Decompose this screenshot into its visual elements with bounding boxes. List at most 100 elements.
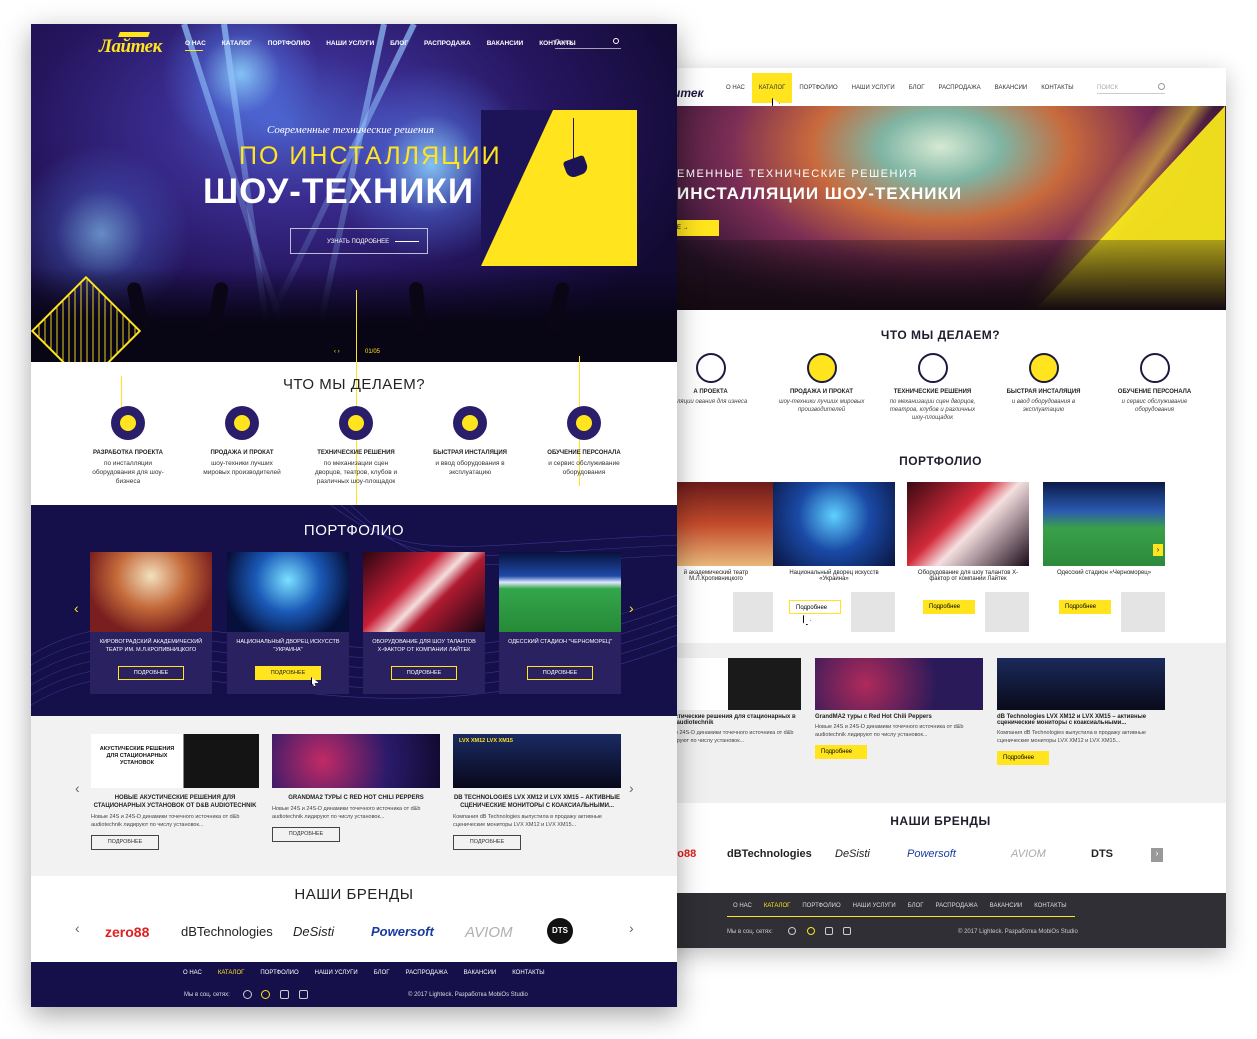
details-button[interactable]: Подробнее	[997, 751, 1049, 765]
menu-item-catalog[interactable]: КАТАЛОГ	[214, 40, 260, 47]
brands-heading: НАШИ БРЕНДЫ	[890, 814, 991, 828]
header-nav: Лайтек О НАС КАТАЛОГ ПОРТФОЛИО НАШИ УСЛУ…	[31, 24, 677, 66]
brand-logo[interactable]: DeSisti	[835, 848, 870, 860]
social-label: Мы в соц. сетях:	[184, 992, 230, 998]
portfolio-card[interactable]: Национальный дворец искусств «Украина» П…	[773, 482, 895, 642]
footer-menu: О НАС КАТАЛОГ ПОРТФОЛИО НАШИ УСЛУГИ БЛОГ…	[183, 970, 545, 976]
brand-logo[interactable]: zero88	[105, 924, 149, 940]
desktop-mockup-light: итек О НАС КАТАЛОГ ПОРТФОЛИО НАШИ УСЛУГИ…	[655, 68, 1226, 948]
youtube-icon[interactable]	[280, 990, 289, 999]
social-label: Мы в соц. сетях:	[727, 929, 773, 935]
portfolio-card[interactable]: КИРОВОГРАДСКИЙ АКАДЕМИЧЕСКИЙ ТЕАТР ИМ. М…	[90, 552, 212, 694]
menu-item-blog[interactable]: БЛОГ	[382, 40, 416, 47]
services-list: А ПРОЕКТА аляции ования для изнеса ПРОДАЖ…	[655, 353, 1226, 422]
chevron-right-icon[interactable]: ›	[629, 920, 634, 936]
brand-logo[interactable]: DeSisti	[293, 924, 334, 939]
instagram-icon[interactable]	[843, 927, 851, 935]
news-card[interactable]: dB Technologies LVX XM12 и LVX XM15 – ак…	[997, 658, 1165, 765]
header-nav: итек О НАС КАТАЛОГ ПОРТФОЛИО НАШИ УСЛУГИ…	[655, 68, 1226, 106]
brands-strip: zero88 dBTechnologies DeSisti Powersoft …	[31, 884, 677, 962]
details-button[interactable]: ПОДРОБНЕЕ	[391, 666, 457, 680]
slider-arrows[interactable]: ‹ ›	[334, 349, 340, 355]
vk-icon[interactable]	[243, 990, 252, 999]
menu-item-sale[interactable]: РАСПРОДАЖА	[932, 82, 988, 94]
showcase-canvas: итек О НАС КАТАЛОГ ПОРТФОЛИО НАШИ УСЛУГИ…	[0, 0, 1257, 1039]
search-icon[interactable]	[1158, 83, 1165, 90]
chevron-left-icon[interactable]: ‹	[75, 780, 80, 796]
brand-logo[interactable]: Powersoft	[907, 848, 956, 860]
instagram-icon[interactable]	[299, 990, 308, 999]
menu-item-vacancies[interactable]: ВАКАНСИИ	[479, 40, 531, 47]
portfolio-card[interactable]: ОДЕССКИЙ СТАДИОН "ЧЕРНОМОРЕЦ" ПОДРОБНЕЕ	[499, 552, 621, 694]
footer: О НАС КАТАЛОГ ПОРТФОЛИО НАШИ УСЛУГИ БЛОГ…	[31, 962, 677, 1007]
chevron-left-icon[interactable]: ‹	[75, 920, 80, 936]
services-heading: ЧТО МЫ ДЕЛАЕМ?	[282, 376, 426, 393]
chevron-right-icon[interactable]: ›	[629, 600, 634, 616]
brand-logo[interactable]: AVIOM	[1011, 848, 1046, 860]
slide-counter: 01/05	[365, 349, 381, 355]
portfolio-card[interactable]: ОБОРУДОВАНИЕ ДЛЯ ШОУ ТАЛАНТОВ Х-ФАКТОР О…	[363, 552, 485, 694]
menu-item-about[interactable]: О НАС	[177, 40, 214, 47]
brand-logo[interactable]: DTS	[1091, 848, 1113, 860]
details-button[interactable]: ПОДРОБНЕЕ	[91, 835, 159, 850]
hero-cta-button[interactable]: УЗНАТЬ ПОДРОБНЕЕ	[290, 228, 428, 254]
desktop-mockup-dark: Современные технические решения ПО ИНСТА…	[31, 24, 677, 1007]
menu-item-contacts[interactable]: КОНТАКТЫ	[1034, 82, 1080, 94]
menu-item-portfolio[interactable]: ПОРТФОЛИО	[792, 82, 844, 94]
search-input[interactable]: Поиск	[555, 36, 621, 49]
youtube-icon[interactable]	[825, 927, 833, 935]
service-item: ОБУЧЕНИЕ ПЕРСОНАЛА и сервис обслуживание …	[527, 406, 641, 486]
portfolio-carousel: й академический театр М.Л.Кропивницкого …	[655, 482, 1226, 642]
service-item: БЫСТРАЯ ИНСТАЛЯЦИЯ и ввод оборудования в …	[413, 406, 527, 486]
chevron-right-icon[interactable]: ›	[1153, 544, 1163, 556]
details-button[interactable]: ПОДРОБНЕЕ	[272, 827, 340, 842]
pencil-icon	[695, 353, 726, 383]
chevron-right-icon[interactable]: ›	[1151, 848, 1163, 862]
vk-icon[interactable]	[788, 927, 796, 935]
menu-item-portfolio[interactable]: ПОРТФОЛИО	[260, 40, 318, 47]
hero-banner: Современные технические решения ПО ИНСТА…	[31, 24, 677, 362]
details-button[interactable]: ПОДРОБНЕЕ	[453, 835, 521, 850]
menu-item-services[interactable]: НАШИ УСЛУГИ	[318, 40, 382, 47]
portfolio-card[interactable]: Одесский стадион «Черноморец» Подробнее	[1043, 482, 1165, 642]
menu-item-services[interactable]: НАШИ УСЛУГИ	[845, 82, 902, 94]
portfolio-heading: ПОРТФОЛИО	[899, 454, 982, 468]
brand-logo[interactable]: Powersoft	[371, 924, 434, 939]
details-button[interactable]: ПОДРОБНЕЕ	[118, 666, 184, 680]
portfolio-card[interactable]: НАЦИОНАЛЬНЫЙ ДВОРЕЦ ИСКУССТВ "УКРАИНА" П…	[227, 552, 349, 694]
brand-logo[interactable]: dBTechnologies	[181, 924, 273, 939]
menu-item-vacancies[interactable]: ВАКАНСИИ	[988, 82, 1035, 94]
palace-photo	[773, 482, 895, 566]
xfactor-photo	[907, 482, 1029, 566]
menu-item-about[interactable]: О НАС	[719, 82, 752, 94]
service-item: ПРОДАЖА И ПРОКАТ шоу-техники лучших миров…	[185, 406, 299, 486]
lightbulb-icon	[111, 406, 145, 440]
details-button[interactable]: Подробнее	[923, 600, 975, 614]
menu-item-sale[interactable]: РАСПРОДАЖА	[416, 40, 479, 47]
brand-logo[interactable]: DTS	[547, 918, 573, 944]
brand-logo[interactable]: dBTechnologies	[727, 848, 812, 860]
details-button[interactable]: Подробнее	[815, 745, 867, 759]
news-card[interactable]: LVX XM12 LVX XM15 DB TECHNOLOGIES LVX XM…	[453, 734, 621, 850]
brand-logo[interactable]: AVIOM	[465, 924, 513, 941]
facebook-icon[interactable]	[261, 990, 270, 999]
search-input[interactable]: ПОИСК	[1097, 82, 1165, 94]
chevron-right-icon[interactable]: ›	[629, 780, 634, 796]
logo[interactable]: итек	[673, 86, 704, 100]
facebook-icon[interactable]	[807, 927, 815, 935]
search-icon[interactable]	[613, 38, 619, 44]
menu-item-blog[interactable]: БЛОГ	[902, 82, 932, 94]
details-button[interactable]: ПОДРОБНЕЕ	[527, 666, 593, 680]
worker-icon	[567, 406, 601, 440]
portfolio-card[interactable]: Оборудование для шоу талантов X-фактор о…	[907, 482, 1029, 642]
chevron-left-icon[interactable]: ‹	[74, 600, 79, 616]
news-image: АКУСТИЧЕСКИЕ РЕШЕНИЯ ДЛЯ СТАЦИОНАРНЫХ УС…	[91, 734, 259, 788]
details-button[interactable]: Подробнее	[789, 600, 841, 614]
news-card[interactable]: АКУСТИЧЕСКИЕ РЕШЕНИЯ ДЛЯ СТАЦИОНАРНЫХ УС…	[91, 734, 259, 850]
service-item: БЫСТРАЯ ИНСТАЛЯЦИЯ и ввод оборудования в …	[988, 353, 1099, 422]
news-card[interactable]: GRANDMA2 ТУРЫ С RED HOT CHILI PEPPERS Но…	[272, 734, 440, 842]
logo[interactable]: Лайтек	[99, 36, 162, 58]
news-image	[815, 658, 983, 710]
details-button[interactable]: Подробнее	[1059, 600, 1111, 614]
news-card[interactable]: GrandMA2 туры с Red Hot Chili Peppers Но…	[815, 658, 983, 759]
